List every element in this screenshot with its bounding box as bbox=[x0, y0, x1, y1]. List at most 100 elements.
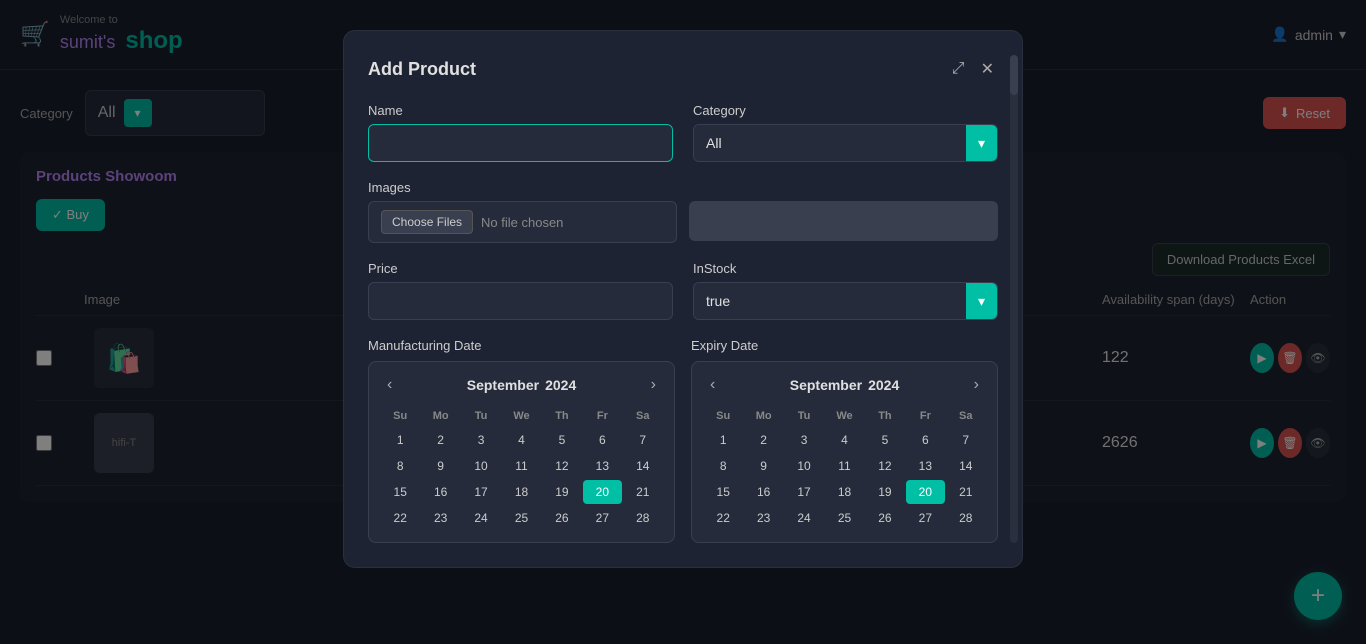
price-group: Price bbox=[368, 261, 673, 320]
cal-day[interactable]: 18 bbox=[825, 480, 863, 504]
day-sa: Sa bbox=[624, 406, 662, 426]
cal-day[interactable]: 21 bbox=[624, 480, 662, 504]
cal-day[interactable]: 18 bbox=[502, 480, 540, 504]
cal-day[interactable]: 25 bbox=[502, 506, 540, 530]
cal-day[interactable]: 10 bbox=[462, 454, 500, 478]
day-mo: Mo bbox=[421, 406, 459, 426]
scrollbar-track[interactable] bbox=[1010, 55, 1018, 543]
day-fr: Fr bbox=[906, 406, 944, 426]
day-we: We bbox=[825, 406, 863, 426]
exp-cal-prev[interactable]: ‹ bbox=[704, 374, 721, 396]
cal-day[interactable]: 9 bbox=[744, 454, 782, 478]
cal-day[interactable]: 10 bbox=[785, 454, 823, 478]
cal-day[interactable]: 22 bbox=[704, 506, 742, 530]
cal-day[interactable]: 6 bbox=[906, 428, 944, 452]
exp-cal-next[interactable]: › bbox=[968, 374, 985, 396]
cal-day[interactable]: 16 bbox=[421, 480, 459, 504]
cal-day[interactable]: 27 bbox=[906, 506, 944, 530]
cal-day[interactable]: 15 bbox=[704, 480, 742, 504]
name-input[interactable] bbox=[368, 124, 673, 162]
add-product-modal: Add Product ⤢ ✕ Name Category All ▾ Imag… bbox=[343, 30, 1023, 568]
cal-day[interactable]: 1 bbox=[704, 428, 742, 452]
file-input-area: Choose Files No file chosen bbox=[368, 201, 677, 243]
modal-header-actions: ⤢ ✕ bbox=[948, 55, 998, 83]
mfg-cal-prev[interactable]: ‹ bbox=[381, 374, 398, 396]
cal-day[interactable]: 14 bbox=[947, 454, 985, 478]
cal-day[interactable]: 3 bbox=[785, 428, 823, 452]
exp-cal-month: September bbox=[790, 377, 862, 393]
mfg-cal-month-year: September 2024 bbox=[467, 377, 577, 393]
mfg-cal-next[interactable]: › bbox=[645, 374, 662, 396]
name-label: Name bbox=[368, 103, 673, 118]
cal-day[interactable]: 19 bbox=[866, 480, 904, 504]
category-select-wrapper: All ▾ bbox=[693, 124, 998, 162]
cal-day[interactable]: 17 bbox=[785, 480, 823, 504]
cal-day[interactable]: 7 bbox=[947, 428, 985, 452]
cal-day[interactable]: 28 bbox=[947, 506, 985, 530]
cal-day[interactable]: 14 bbox=[624, 454, 662, 478]
day-th: Th bbox=[543, 406, 581, 426]
choose-files-button[interactable]: Choose Files bbox=[381, 210, 473, 234]
cal-day[interactable]: 3 bbox=[462, 428, 500, 452]
cal-day[interactable]: 24 bbox=[462, 506, 500, 530]
price-instock-row: Price InStock true ▾ bbox=[368, 261, 998, 320]
cal-day[interactable]: 5 bbox=[866, 428, 904, 452]
cal-day[interactable]: 28 bbox=[624, 506, 662, 530]
cal-day[interactable]: 13 bbox=[583, 454, 621, 478]
image-preview bbox=[689, 201, 998, 241]
modal-overlay: Add Product ⤢ ✕ Name Category All ▾ Imag… bbox=[0, 0, 1366, 644]
mfg-cal-grid: Su Mo Tu We Th Fr Sa 1 2 3 4 5 6 7 bbox=[381, 406, 662, 530]
cal-day[interactable]: 19 bbox=[543, 480, 581, 504]
cal-day[interactable]: 26 bbox=[866, 506, 904, 530]
scrollbar-thumb[interactable] bbox=[1010, 55, 1018, 95]
price-input[interactable] bbox=[368, 282, 673, 320]
exp-cal-month-year: September 2024 bbox=[790, 377, 900, 393]
images-label: Images bbox=[368, 180, 998, 195]
cal-day[interactable]: 11 bbox=[502, 454, 540, 478]
cal-day[interactable]: 4 bbox=[502, 428, 540, 452]
cal-day[interactable]: 26 bbox=[543, 506, 581, 530]
category-value: All bbox=[694, 125, 966, 161]
close-modal-button[interactable]: ✕ bbox=[977, 55, 998, 83]
name-category-row: Name Category All ▾ bbox=[368, 103, 998, 162]
cal-day[interactable]: 2 bbox=[421, 428, 459, 452]
mfg-date-label: Manufacturing Date bbox=[368, 338, 675, 353]
exp-calendar: ‹ September 2024 › Su Mo Tu We Th Fr bbox=[691, 361, 998, 543]
cal-day[interactable]: 24 bbox=[785, 506, 823, 530]
mfg-calendar: ‹ September 2024 › Su Mo Tu We Th Fr bbox=[368, 361, 675, 543]
cal-day[interactable]: 27 bbox=[583, 506, 621, 530]
expand-modal-button[interactable]: ⤢ bbox=[948, 56, 969, 82]
cal-day[interactable]: 9 bbox=[421, 454, 459, 478]
cal-day[interactable]: 20 bbox=[906, 480, 944, 504]
cal-day[interactable]: 5 bbox=[543, 428, 581, 452]
cal-day[interactable]: 8 bbox=[381, 454, 419, 478]
day-fr: Fr bbox=[583, 406, 621, 426]
cal-day[interactable]: 7 bbox=[624, 428, 662, 452]
cal-day[interactable]: 13 bbox=[906, 454, 944, 478]
exp-cal-year: 2024 bbox=[868, 377, 899, 393]
cal-day[interactable]: 21 bbox=[947, 480, 985, 504]
cal-day[interactable]: 20 bbox=[583, 480, 621, 504]
cal-day[interactable]: 8 bbox=[704, 454, 742, 478]
cal-day[interactable]: 25 bbox=[825, 506, 863, 530]
cal-day[interactable]: 11 bbox=[825, 454, 863, 478]
cal-day[interactable]: 23 bbox=[744, 506, 782, 530]
cal-day[interactable]: 23 bbox=[421, 506, 459, 530]
cal-day[interactable]: 12 bbox=[543, 454, 581, 478]
cal-day[interactable]: 16 bbox=[744, 480, 782, 504]
images-row: Choose Files No file chosen bbox=[368, 201, 998, 243]
instock-dropdown-button[interactable]: ▾ bbox=[966, 283, 997, 319]
no-file-text: No file chosen bbox=[481, 215, 563, 230]
instock-select-wrapper: true ▾ bbox=[693, 282, 998, 320]
cal-day[interactable]: 17 bbox=[462, 480, 500, 504]
cal-day[interactable]: 2 bbox=[744, 428, 782, 452]
cal-day[interactable]: 1 bbox=[381, 428, 419, 452]
cal-day[interactable]: 12 bbox=[866, 454, 904, 478]
cal-day[interactable]: 6 bbox=[583, 428, 621, 452]
cal-day[interactable]: 4 bbox=[825, 428, 863, 452]
day-th: Th bbox=[866, 406, 904, 426]
cal-day[interactable]: 22 bbox=[381, 506, 419, 530]
day-tu: Tu bbox=[462, 406, 500, 426]
category-dropdown-button[interactable]: ▾ bbox=[966, 125, 997, 161]
cal-day[interactable]: 15 bbox=[381, 480, 419, 504]
